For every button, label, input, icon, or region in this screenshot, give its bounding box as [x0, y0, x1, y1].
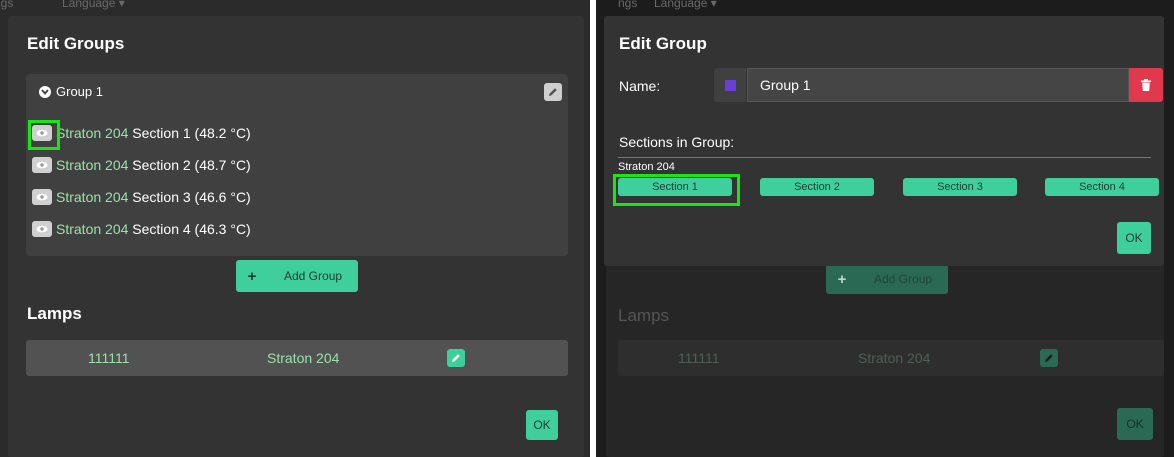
pencil-icon: [452, 354, 460, 362]
edit-lamp-button[interactable]: [447, 349, 465, 367]
toggle-visibility-button[interactable]: [32, 221, 52, 237]
section-label: Section 2 (48.7 °C): [132, 157, 251, 173]
group-name-input[interactable]: Group 1: [747, 68, 1129, 102]
modal-title: Edit Group: [619, 34, 707, 53]
add-group-label: Add Group: [874, 272, 933, 286]
section-label: Section 4 (46.3 °C): [132, 221, 251, 237]
section-row: Straton 204 Section 3 (46.6 °C): [32, 186, 251, 208]
delete-group-button[interactable]: [1129, 68, 1163, 102]
edit-group-screen: ngs Language ▾ + Add Group Lamps 111111 …: [596, 0, 1174, 457]
toggle-visibility-button[interactable]: [32, 189, 52, 205]
lamp-row: 111111 Straton 204: [26, 340, 568, 376]
color-swatch: [724, 79, 736, 91]
focus-highlight: [613, 174, 740, 206]
section-row: Straton 204 Section 2 (48.7 °C): [32, 154, 251, 176]
lamp-id: 111111: [88, 350, 130, 366]
lamp-name: Straton 204: [267, 350, 340, 366]
lamp-name: Straton 204: [56, 157, 129, 173]
settings-nav-link[interactable]: ngs: [618, 0, 637, 11]
ok-button[interactable]: OK: [1117, 222, 1151, 254]
edit-groups-modal: Edit Groups Group 1 Straton 204 Section …: [8, 16, 584, 457]
lamps-heading: Lamps: [27, 304, 82, 323]
lamp-name: Straton 204: [56, 221, 129, 237]
eye-icon: [36, 161, 48, 169]
ok-button[interactable]: OK: [526, 410, 558, 440]
lamp-group-label: Straton 204: [618, 161, 675, 173]
focus-highlight: [28, 120, 60, 150]
section-row: Straton 204 Section 1 (48.2 °C): [32, 122, 251, 144]
section-label: Section 1 (48.2 °C): [132, 125, 251, 141]
top-nav-bar: ngs Language ▾: [0, 0, 590, 16]
edit-groups-screen: ngs Language ▾ Edit Groups Group 1 Strat…: [0, 0, 590, 457]
sections-heading: Sections in Group:: [619, 134, 735, 150]
add-group-button[interactable]: + Add Group: [236, 260, 358, 292]
language-menu[interactable]: Language ▾: [62, 0, 125, 11]
section-row: Straton 204 Section 4 (46.3 °C): [32, 218, 251, 240]
lamp-name: Straton 204: [56, 189, 129, 205]
lamp-id: 111111: [678, 350, 720, 366]
section-button-4[interactable]: Section 4: [1045, 178, 1159, 196]
pencil-icon: [549, 88, 557, 96]
plus-icon: +: [247, 267, 257, 285]
language-menu[interactable]: Language ▾: [654, 0, 717, 11]
group-card: Group 1 Straton 204 Section 1 (48.2 °C) …: [26, 74, 568, 256]
settings-nav-link[interactable]: ngs: [0, 0, 13, 11]
edit-lamp-button-dimmed: [1040, 349, 1058, 367]
top-nav-bar: ngs Language ▾: [596, 0, 1174, 16]
color-picker-button[interactable]: [714, 68, 746, 102]
pencil-icon: [1045, 354, 1053, 362]
section-label: Section 3 (46.6 °C): [132, 189, 251, 205]
divider: [618, 157, 1151, 158]
section-button-2[interactable]: Section 2: [760, 178, 874, 196]
eye-icon: [36, 193, 48, 201]
add-group-label: Add Group: [284, 269, 343, 283]
modal-title: Edit Groups: [27, 34, 125, 53]
name-label: Name:: [619, 78, 661, 94]
section-button-3[interactable]: Section 3: [903, 178, 1017, 196]
collapse-toggle-icon[interactable]: [39, 85, 51, 98]
add-group-button-dimmed: + Add Group: [826, 264, 948, 294]
eye-icon: [36, 225, 48, 233]
trash-icon: [1141, 79, 1151, 91]
ok-button-dimmed: OK: [1117, 408, 1153, 440]
edit-group-button[interactable]: [544, 83, 562, 101]
lamp-row-dimmed: 111111 Straton 204: [618, 340, 1164, 376]
lamps-heading-dimmed: Lamps: [618, 306, 670, 325]
edit-group-modal: Edit Group Name: Group 1 Sections in Gro…: [604, 16, 1164, 266]
lamp-name: Straton 204: [56, 125, 129, 141]
toggle-visibility-button[interactable]: [32, 157, 52, 173]
plus-icon: +: [837, 270, 847, 288]
lamp-name: Straton 204: [858, 350, 931, 366]
group-name: Group 1: [56, 84, 103, 99]
group-header[interactable]: Group 1: [39, 84, 103, 99]
